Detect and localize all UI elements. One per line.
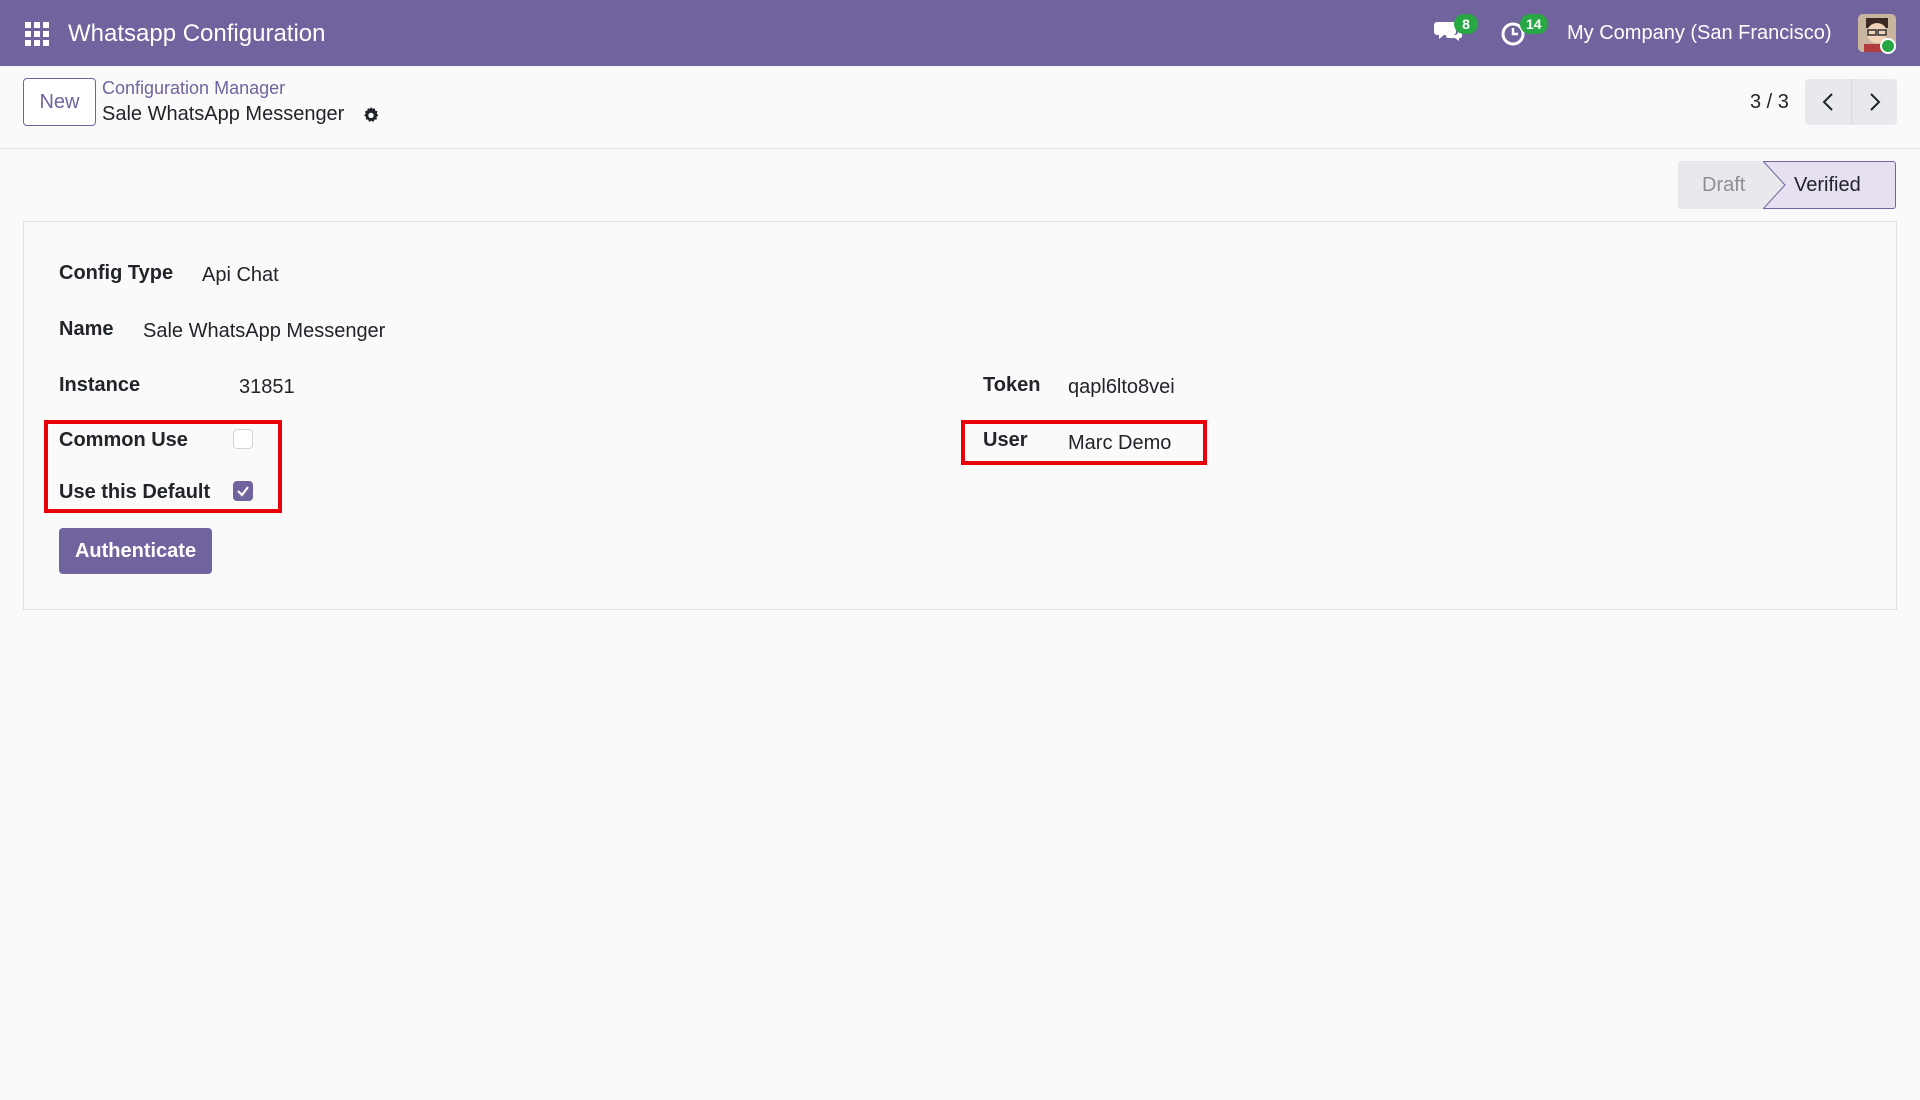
form-sheet — [23, 221, 1897, 610]
stage-arrow-separator — [1763, 161, 1786, 209]
activities-count-badge: 14 — [1520, 14, 1548, 34]
activities-button[interactable]: 14 — [1500, 14, 1548, 48]
name-label: Name — [59, 318, 114, 340]
pager-next-button[interactable] — [1851, 79, 1897, 125]
record-title: Sale WhatsApp Messenger — [102, 103, 345, 125]
chevron-right-icon — [1869, 93, 1880, 111]
apps-menu-icon[interactable] — [25, 22, 49, 46]
authenticate-button[interactable]: Authenticate — [59, 528, 212, 574]
highlight-box-checkboxes — [44, 420, 282, 513]
pager-previous-button[interactable] — [1805, 79, 1851, 125]
name-field[interactable]: Sale WhatsApp Messenger — [143, 320, 385, 343]
stage-draft[interactable]: Draft — [1678, 161, 1764, 209]
token-label: Token — [983, 374, 1041, 396]
messages-button[interactable]: 8 — [1434, 14, 1478, 48]
status-bar: Draft Verified — [1678, 161, 1896, 209]
config-type-field[interactable]: Api Chat — [202, 264, 279, 287]
instance-label: Instance — [59, 374, 141, 396]
token-field[interactable]: qapl6lto8vei — [1068, 376, 1175, 399]
company-switcher[interactable]: My Company (San Francisco) — [1567, 22, 1832, 45]
highlight-box-user — [961, 420, 1207, 465]
instance-field[interactable]: 31851 — [239, 376, 295, 399]
config-type-label: Config Type — [59, 262, 174, 284]
control-panel: New Configuration Manager Sale WhatsApp … — [0, 66, 1920, 149]
pager-value[interactable]: 3 / 3 — [1750, 91, 1789, 114]
gear-icon[interactable] — [362, 106, 380, 124]
chevron-left-icon — [1822, 93, 1833, 111]
new-button[interactable]: New — [23, 78, 96, 126]
messages-count-badge: 8 — [1454, 14, 1478, 34]
app-title[interactable]: Whatsapp Configuration — [68, 20, 325, 48]
top-navbar: Whatsapp Configuration 8 14 My Company (… — [0, 0, 1920, 66]
breadcrumb-configuration-manager[interactable]: Configuration Manager — [102, 78, 285, 99]
online-status-dot — [1880, 38, 1896, 54]
